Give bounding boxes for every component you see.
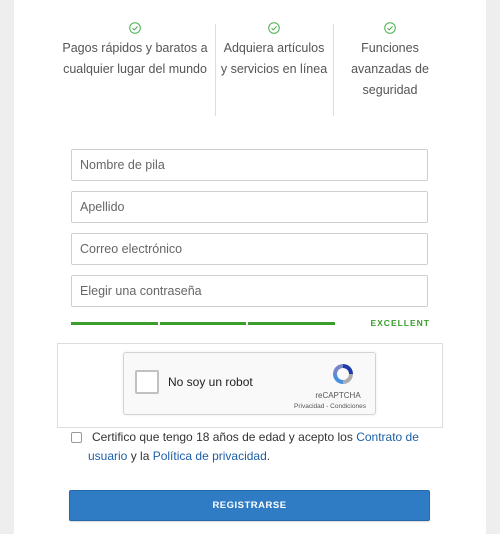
age-terms-checkbox[interactable] (71, 432, 82, 443)
recaptcha-terms-link[interactable]: Privacidad - Condiciones (286, 403, 374, 410)
feature-security: Funciones avanzadas de seguridad (340, 22, 440, 101)
feature-text-line: cualquier lugar del mundo (63, 62, 207, 76)
recaptcha-widget: No soy un robot reCAPTCHA Privacidad - C… (123, 352, 376, 415)
feature-text-line: Funciones (361, 41, 419, 55)
feature-text-line: y servicios en línea (220, 62, 328, 76)
recaptcha-brand: reCAPTCHA (315, 391, 361, 400)
terms-text-before: Certifico que tengo 18 años de edad y ac… (92, 430, 357, 444)
user-agreement-link[interactable]: Contrato de (356, 430, 419, 444)
terms-text: Certifico que tengo 18 años de edad y ac… (88, 428, 428, 466)
feature-text-line: Pagos rápidos y baratos a (62, 41, 208, 55)
terms-text-end: . (266, 449, 271, 463)
user-agreement-link-cont[interactable]: usuario (88, 449, 127, 463)
password-strength-label: EXCELLENT (370, 318, 430, 328)
first-name-input[interactable] (72, 150, 427, 180)
last-name-field[interactable] (71, 191, 428, 223)
strength-segment (160, 322, 246, 325)
register-button[interactable]: REGISTRARSE (69, 490, 430, 521)
recaptcha-checkbox[interactable] (135, 370, 159, 394)
email-input[interactable] (72, 234, 427, 264)
check-circle-icon (129, 22, 141, 34)
feature-fast-payments: Pagos rápidos y baratos a cualquier luga… (60, 22, 210, 80)
divider (333, 24, 334, 116)
check-circle-icon (268, 22, 280, 34)
strength-segment (248, 322, 335, 325)
first-name-field[interactable] (71, 149, 428, 181)
password-field[interactable] (71, 275, 428, 307)
divider (215, 24, 216, 116)
email-field[interactable] (71, 233, 428, 265)
recaptcha-logo-icon (333, 364, 353, 384)
recaptcha-label: No soy un robot (168, 375, 253, 389)
feature-buy-items: Adquiera artículos y servicios en línea (218, 22, 330, 80)
feature-text-line: seguridad (362, 83, 418, 97)
feature-text-line: avanzadas de (351, 62, 429, 76)
feature-text-line: Adquiera artículos (223, 41, 325, 55)
privacy-policy-link[interactable]: Política de privacidad (153, 449, 267, 463)
password-input[interactable] (72, 276, 427, 306)
strength-segment (71, 322, 158, 325)
terms-text-middle: y la (127, 449, 153, 463)
check-circle-icon (384, 22, 396, 34)
features-row: Pagos rápidos y baratos a cualquier luga… (0, 0, 500, 120)
last-name-input[interactable] (72, 192, 427, 222)
